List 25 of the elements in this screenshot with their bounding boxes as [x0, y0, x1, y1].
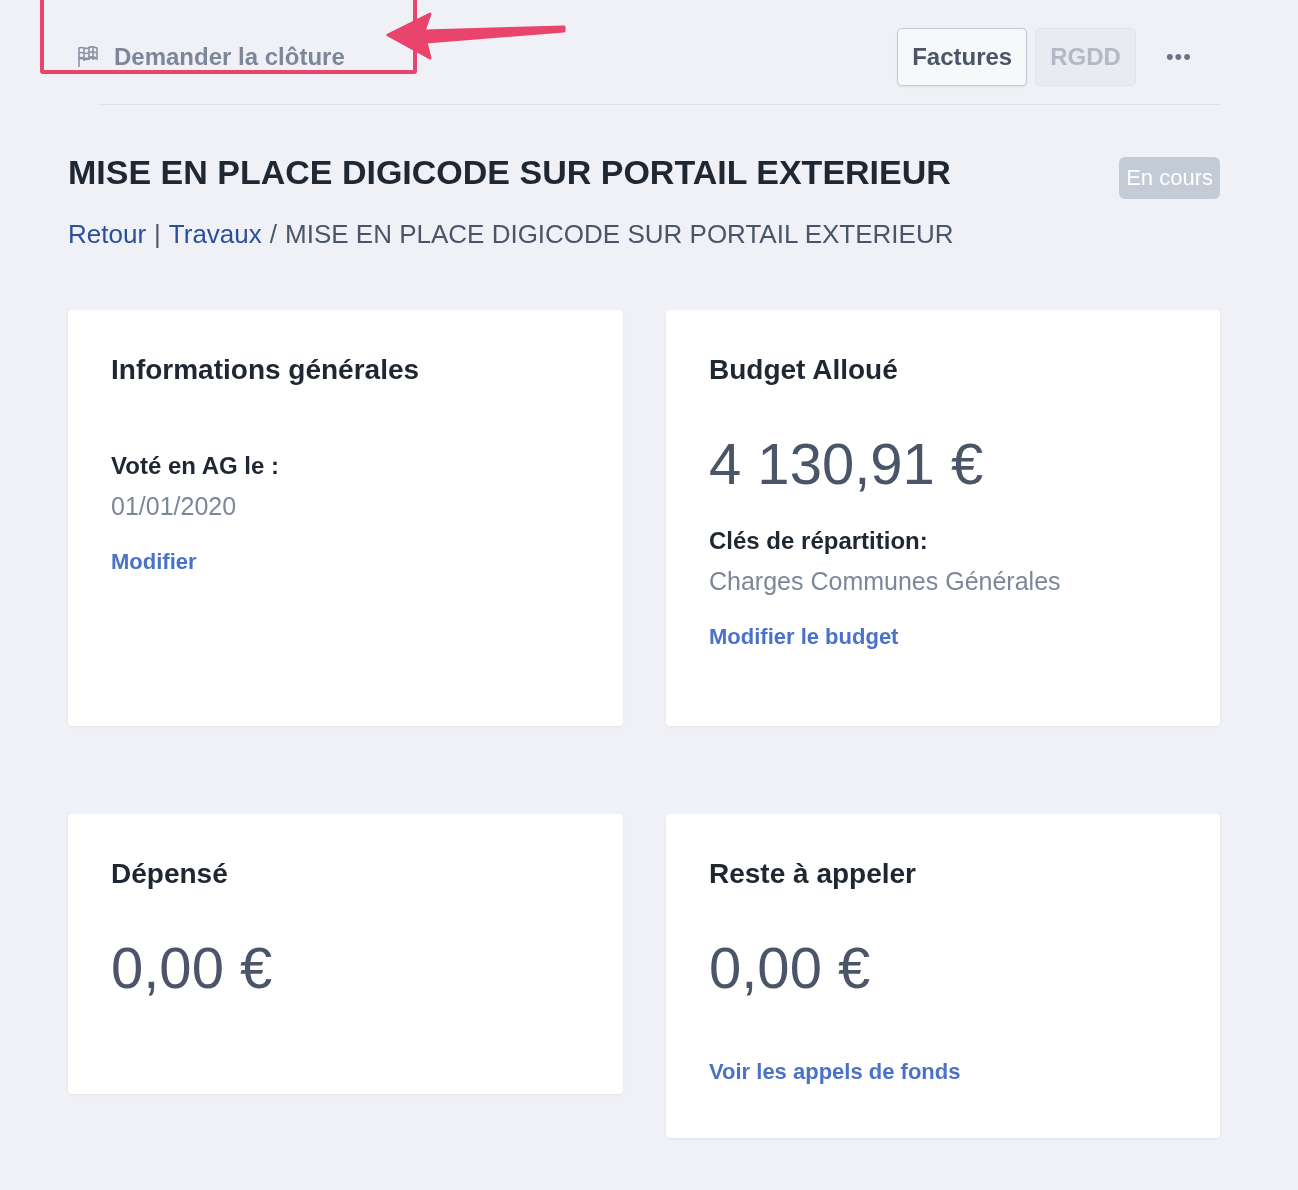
toolbar-button[interactable]: Factures — [897, 28, 1028, 86]
field-value: Charges Communes Générales — [709, 567, 1062, 596]
status-badge: En cours — [1119, 157, 1220, 199]
field-value: 01/01/2020 — [111, 492, 238, 521]
breadcrumb-current: MISE EN PLACE DIGICODE SUR PORTAIL EXTERIEUR — [285, 219, 954, 250]
card-link[interactable]: Voir les appels de fonds — [709, 1059, 961, 1085]
amount-value: 4 130,91 € — [709, 430, 985, 497]
field-label: Voté en AG le : — [111, 452, 281, 480]
breadcrumb-separator: | — [154, 219, 161, 250]
amount-value: 0,00 € — [111, 934, 274, 1001]
page-title: MISE EN PLACE DIGICODE SUR PORTAIL EXTERIEUR — [68, 153, 951, 192]
request-closing-button[interactable]: Demander la clôture — [76, 43, 345, 71]
breadcrumb-separator: / — [269, 219, 277, 250]
card-title: Budget Alloué — [709, 354, 899, 386]
amount-value: 0,00 € — [709, 934, 872, 1001]
breadcrumb-link[interactable]: Travaux — [168, 219, 262, 250]
breadcrumb-link[interactable]: Retour — [68, 219, 147, 250]
card-title: Reste à appeler — [709, 858, 917, 890]
field-label: Clés de répartition: — [709, 527, 929, 555]
card-title: Dépensé — [111, 858, 229, 890]
card-link[interactable]: Modifier le budget — [709, 624, 899, 650]
card-title: Informations générales — [111, 354, 421, 386]
more-button[interactable]: ••• — [1143, 44, 1220, 70]
card-link[interactable]: Modifier — [111, 549, 197, 575]
flag-icon — [76, 45, 100, 69]
